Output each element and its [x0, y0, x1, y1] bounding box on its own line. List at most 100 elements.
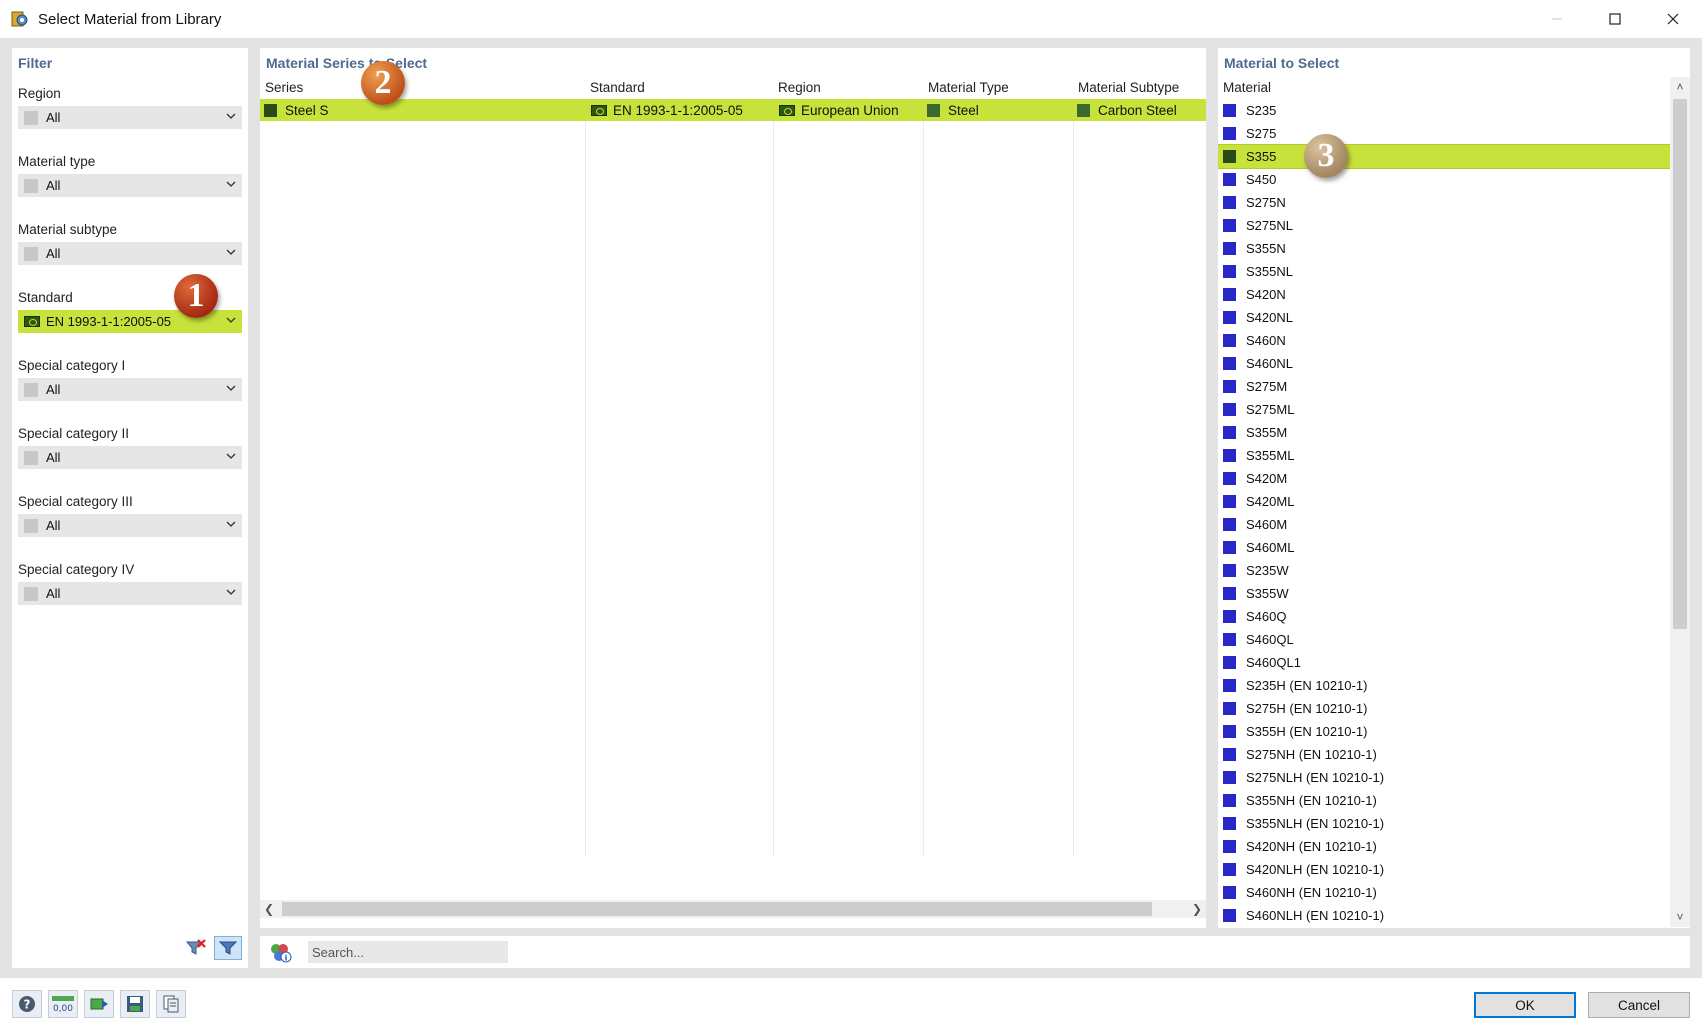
material-swatch	[1223, 334, 1236, 347]
scroll-thumb[interactable]	[1673, 99, 1687, 629]
decimal-units-icon: 0,00	[52, 996, 74, 1014]
scroll-thumb[interactable]	[282, 902, 1152, 916]
series-horizontal-scrollbar[interactable]: ❮ ❯	[260, 900, 1206, 918]
step-marker-2: 2	[361, 61, 405, 105]
list-item[interactable]: S235	[1218, 99, 1670, 122]
import-button[interactable]	[84, 990, 114, 1018]
maximize-button[interactable]	[1586, 0, 1644, 38]
special-category-3-swatch	[24, 518, 38, 533]
list-item[interactable]: S355NL	[1218, 260, 1670, 283]
clear-filter-icon	[185, 939, 206, 955]
list-item[interactable]: S275NL	[1218, 214, 1670, 237]
list-item[interactable]: S275N	[1218, 191, 1670, 214]
scroll-down-icon[interactable]: ˅	[1670, 907, 1690, 927]
list-item[interactable]: S235H (EN 10210-1)	[1218, 674, 1670, 697]
region-cell: European Union	[773, 99, 923, 121]
column-material-subtype[interactable]: Material Subtype	[1073, 77, 1206, 99]
list-item[interactable]: S355H (EN 10210-1)	[1218, 720, 1670, 743]
help-button[interactable]: ?	[12, 990, 42, 1018]
clear-filter-button[interactable]	[182, 936, 210, 960]
material-type-cell: Steel	[923, 99, 1073, 121]
list-item[interactable]: S275M	[1218, 375, 1670, 398]
close-icon	[1667, 13, 1679, 25]
list-item[interactable]: S235W	[1218, 559, 1670, 582]
special-category-4-filter: Special category IV All	[18, 562, 242, 605]
list-item[interactable]: S355W	[1218, 582, 1670, 605]
column-series[interactable]: Series	[260, 77, 585, 99]
dialog-content: Filter Region All Material type All Mate…	[0, 38, 1702, 978]
list-item[interactable]: S460QL1	[1218, 651, 1670, 674]
list-item[interactable]: S355M	[1218, 421, 1670, 444]
list-item[interactable]: S275ML	[1218, 398, 1670, 421]
list-item[interactable]: S275NH (EN 10210-1)	[1218, 743, 1670, 766]
material-swatch	[1223, 495, 1236, 508]
special-category-2-combo[interactable]: All	[18, 446, 242, 469]
material-type-combo[interactable]: All	[18, 174, 242, 197]
material-swatch	[1223, 633, 1236, 646]
material-swatch	[1223, 840, 1236, 853]
minimize-button[interactable]	[1528, 0, 1586, 38]
cancel-button[interactable]: Cancel	[1588, 992, 1690, 1018]
list-item[interactable]: S355NH (EN 10210-1)	[1218, 789, 1670, 812]
special-category-4-combo[interactable]: All	[18, 582, 242, 605]
info-button[interactable]: i	[268, 940, 292, 964]
special-category-1-label: Special category I	[18, 358, 126, 373]
column-material[interactable]: Material	[1218, 77, 1271, 99]
minimize-icon	[1552, 18, 1562, 20]
list-item[interactable]: S460NL	[1218, 352, 1670, 375]
column-divider	[923, 121, 924, 856]
save-button[interactable]	[120, 990, 150, 1018]
list-item[interactable]: S420ML	[1218, 490, 1670, 513]
units-button[interactable]: 0,00	[48, 990, 78, 1018]
material-vertical-scrollbar[interactable]: ˄ ˅	[1670, 77, 1690, 927]
list-item[interactable]: S275NLH (EN 10210-1)	[1218, 766, 1670, 789]
list-item[interactable]: S460QL	[1218, 628, 1670, 651]
list-item[interactable]: S355NLH (EN 10210-1)	[1218, 812, 1670, 835]
material-swatch	[1223, 426, 1236, 439]
material-type-swatch	[927, 103, 940, 117]
special-category-3-combo[interactable]: All	[18, 514, 242, 537]
close-button[interactable]	[1644, 0, 1702, 38]
list-item[interactable]: S420NH (EN 10210-1)	[1218, 835, 1670, 858]
scroll-up-icon[interactable]: ˄	[1670, 77, 1690, 97]
ok-button[interactable]: OK	[1474, 992, 1576, 1018]
copy-button[interactable]	[156, 990, 186, 1018]
region-combo[interactable]: All	[18, 106, 242, 129]
list-item[interactable]: S450	[1218, 168, 1670, 191]
column-material-type[interactable]: Material Type	[923, 77, 1073, 99]
apply-filter-button[interactable]	[214, 936, 242, 960]
material-swatch	[1223, 265, 1236, 278]
material-swatch	[1223, 104, 1236, 117]
list-item[interactable]: S460NH (EN 10210-1)	[1218, 881, 1670, 904]
search-input[interactable]	[308, 941, 508, 963]
list-item[interactable]: S275H (EN 10210-1)	[1218, 697, 1670, 720]
list-item[interactable]: S460NLH (EN 10210-1)	[1218, 904, 1670, 927]
series-row-selected[interactable]: Steel S EN 1993-1-1:2005-05 European Uni…	[260, 99, 1206, 121]
maximize-icon	[1609, 13, 1621, 25]
list-item[interactable]: S460M	[1218, 513, 1670, 536]
scroll-left-icon[interactable]: ❮	[260, 900, 278, 918]
material-swatch	[1223, 702, 1236, 715]
list-item[interactable]: S420NLH (EN 10210-1)	[1218, 858, 1670, 881]
list-item[interactable]: S420NL	[1218, 306, 1670, 329]
material-subtype-combo[interactable]: All	[18, 242, 242, 265]
material-subtype-swatch	[1077, 103, 1090, 117]
eu-flag-icon	[24, 316, 40, 327]
column-divider	[773, 121, 774, 856]
material-type-label: Material type	[18, 154, 96, 169]
list-item[interactable]: S355N	[1218, 237, 1670, 260]
list-item-selected[interactable]: S355	[1218, 144, 1670, 169]
list-item[interactable]: S460ML	[1218, 536, 1670, 559]
list-item[interactable]: S275	[1218, 122, 1670, 145]
column-region[interactable]: Region	[773, 77, 923, 99]
special-category-1-combo[interactable]: All	[18, 378, 242, 401]
column-standard[interactable]: Standard	[585, 77, 773, 99]
scroll-right-icon[interactable]: ❯	[1188, 900, 1206, 918]
list-item[interactable]: S420N	[1218, 283, 1670, 306]
list-item[interactable]: S460N	[1218, 329, 1670, 352]
special-category-2-swatch	[24, 450, 38, 465]
list-item[interactable]: S460Q	[1218, 605, 1670, 628]
list-item[interactable]: S420M	[1218, 467, 1670, 490]
special-category-2-label: Special category II	[18, 426, 130, 441]
list-item[interactable]: S355ML	[1218, 444, 1670, 467]
